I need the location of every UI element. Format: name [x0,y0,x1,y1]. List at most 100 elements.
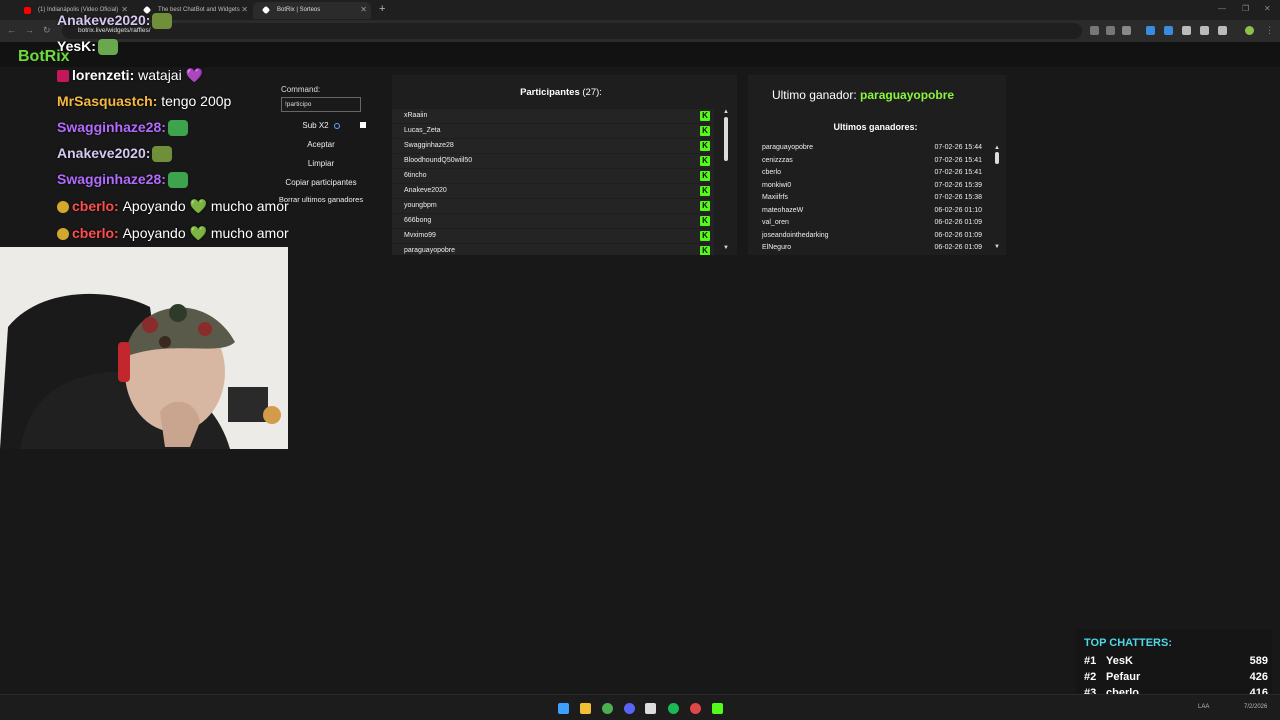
user-badge-icon [57,228,69,241]
chrome-icon[interactable] [602,703,613,714]
winner-row: monkiwi0 07-02-26 15:39 [762,181,982,193]
info-icon[interactable] [333,122,340,129]
participant-row[interactable]: Mvximo99 K [392,229,714,243]
file-explorer-icon[interactable] [580,703,591,714]
clear-button[interactable]: Limpiar [275,159,367,168]
tab-botrix-raffles[interactable]: BotRix | Sorteos ✕ [253,2,371,19]
emote-icon [167,120,188,137]
participant-row[interactable]: Swagginhaze28 K [392,139,714,153]
winner-date: 07-02-26 15:38 [934,194,982,201]
chat-username: cberlo: [72,198,119,214]
sub-x2-checkbox[interactable] [360,122,366,128]
chat-username: MrSasquastch: [57,93,158,109]
top-chatter-row: #2 Pefaur 426 [1084,671,1268,683]
chat-username: lorenzeti: [72,67,135,83]
chat-message: Anakeve2020: [57,12,173,30]
kick-icon: K [700,156,710,166]
participant-row[interactable]: youngbpm K [392,199,714,213]
spotify-icon[interactable] [668,703,679,714]
top-chatters-title: TOP CHATTERS: [1084,637,1173,649]
participant-row[interactable]: 666bong K [392,214,714,228]
discord-icon[interactable] [624,703,635,714]
kick-icon[interactable] [712,703,723,714]
windows-start-icon[interactable] [558,703,569,714]
raffle-controls: Command: Sub X2 Aceptar Limpiar Copiar p… [275,75,375,255]
maximize-icon[interactable]: ❐ [1242,4,1249,13]
winners-list[interactable]: paraguayopobre 07-02-26 15:44 cenizzzas 07-… [748,143,1006,253]
extension-icon[interactable] [1182,26,1191,35]
winner-name: paraguayopobre [762,144,813,151]
winner-date: 06-02-26 01:09 [934,219,982,226]
command-label: Command: [281,85,321,94]
scroll-up-icon[interactable]: ▲ [723,109,729,115]
bookmark-star-icon[interactable] [1122,26,1131,35]
obs-icon[interactable] [645,703,656,714]
translate-icon[interactable] [1090,26,1099,35]
kick-icon: K [700,246,710,255]
participant-row[interactable]: BloodhoundQ50wiil50 K [392,154,714,168]
chat-message: YesK: [57,38,118,56]
minimize-icon[interactable]: — [1218,4,1226,13]
taskbar-date[interactable]: 7/2/2026 [1244,704,1267,710]
user-badge-icon [57,201,69,214]
back-arrow-icon[interactable]: ← [7,25,16,35]
app-red-icon[interactable] [690,703,701,714]
windows-taskbar: LAA 7/2/2026 [0,694,1280,720]
participant-row[interactable]: 6tincho K [392,169,714,183]
winner-date: 06-02-26 01:09 [934,231,982,239]
copy-participants-button[interactable]: Copiar participantes [275,178,367,187]
participants-title: Participantes (27): [520,87,602,98]
kick-icon: K [700,216,710,226]
winner-name: cberlo [762,169,782,176]
scrollbar-thumb[interactable] [724,117,728,161]
close-icon[interactable]: ✕ [360,5,367,14]
sub-x2-toggle[interactable]: Sub X2 [275,121,367,130]
chat-text: Apoyando 💚 mucho amor [122,198,289,214]
chat-username: YesK: [57,38,96,54]
puzzle-icon[interactable] [1200,26,1209,35]
chat-text: watajai [138,67,182,83]
eye-off-icon[interactable] [1106,26,1115,35]
last-winner-name: paraguayopobre [860,88,955,102]
botrix-header [0,42,1280,67]
scrollbar-thumb[interactable] [995,152,999,164]
participant-row[interactable]: Lucas_Zeta K [392,124,714,138]
kick-icon: K [700,171,710,181]
extension-icon[interactable] [1164,26,1173,35]
menu-dots-icon[interactable]: ⋮ [1265,25,1274,36]
accept-button[interactable]: Aceptar [275,140,367,149]
new-tab-plus-icon[interactable]: + [379,3,385,15]
winner-row: Maxiifrfs 07-02-26 15:38 [762,193,982,205]
participants-list[interactable]: xRaaiin K Lucas_Zeta K Swagginhaze28 K Bloodho… [392,107,722,255]
close-icon[interactable]: ✕ [241,5,248,14]
winner-date: 07-02-26 15:41 [934,156,982,164]
participant-name: Mvximo99 [404,232,436,239]
browser-toolbar: ← → ↻ botrix.live/widgets/raffles/ ⋮ [0,20,1280,42]
sidebar-icon[interactable] [1218,26,1227,35]
kick-icon: K [700,111,710,121]
purple-heart-icon: 💜 [185,67,204,83]
winner-row: paraguayopobre 07-02-26 15:44 [762,143,982,155]
winner-row: ElNeguro 06-02-26 01:09 [762,243,982,253]
participant-name: 666bong [404,217,432,224]
participants-count: (27) [582,87,600,98]
sub-x2-label: Sub X2 [302,121,329,130]
participant-row[interactable]: xRaaiin K [392,109,714,123]
address-bar[interactable]: botrix.live/widgets/raffles/ [62,23,1082,39]
participant-row[interactable]: Anakeve2020 K [392,184,714,198]
command-input[interactable] [281,97,361,112]
chat-message: Anakeve2020: [57,145,173,163]
scroll-down-icon[interactable]: ▼ [994,244,1000,250]
kick-icon: K [700,186,710,196]
participant-row[interactable]: paraguayopobre K [392,244,714,255]
scroll-up-icon[interactable]: ▲ [994,145,1000,151]
avatar[interactable] [1245,26,1254,35]
forward-arrow-icon[interactable]: → [25,25,34,35]
language-indicator[interactable]: LAA [1198,704,1209,710]
chat-message: Swagginhaze28: [57,171,188,189]
window-close-icon[interactable]: ✕ [1264,4,1271,13]
extension-icon[interactable] [1146,26,1155,35]
reload-icon[interactable]: ↻ [43,25,51,36]
scroll-down-icon[interactable]: ▼ [723,245,729,251]
winner-date: 06-02-26 01:10 [934,206,982,214]
